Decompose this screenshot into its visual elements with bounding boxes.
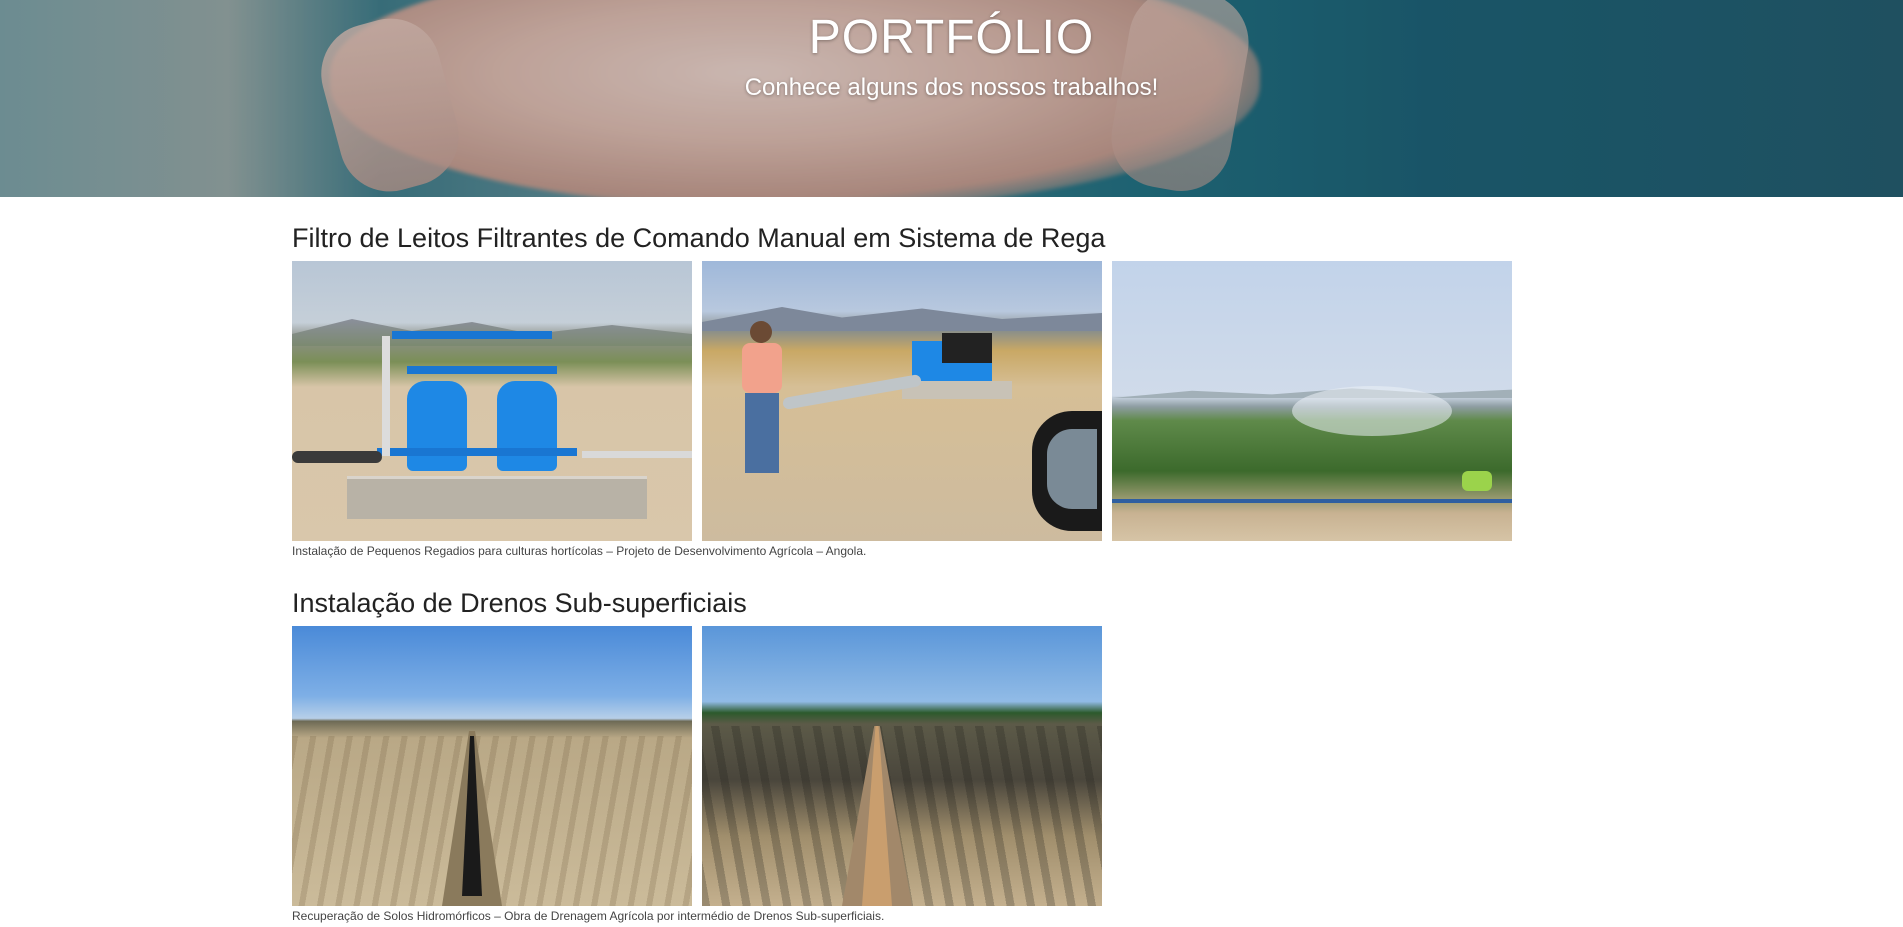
portfolio-section-drains: Instalação de Drenos Sub-superficiais Re… [292, 562, 1512, 927]
irrigated-crop-field-photo[interactable] [1112, 261, 1512, 541]
page-title: PORTFÓLIO [808, 11, 1095, 64]
photo-gallery [292, 261, 1512, 541]
hero-banner: PORTFÓLIO Conhece alguns dos nossos trab… [0, 0, 1903, 197]
drain-trench-gravel-photo[interactable] [702, 626, 1102, 906]
water-pump-worker-photo[interactable] [702, 261, 1102, 541]
blue-sand-filters-photo[interactable] [292, 261, 692, 541]
drain-trench-pipe-photo[interactable] [292, 626, 692, 906]
section-title: Instalação de Drenos Sub-superficiais [292, 588, 747, 618]
section-caption: Recuperação de Solos Hidromórficos – Obr… [292, 909, 885, 923]
section-title: Filtro de Leitos Filtrantes de Comando M… [292, 223, 1106, 253]
section-caption: Instalação de Pequenos Regadios para cul… [292, 544, 867, 558]
portfolio-content: Filtro de Leitos Filtrantes de Comando M… [292, 197, 1512, 927]
portfolio-section-filters: Filtro de Leitos Filtrantes de Comando M… [292, 197, 1512, 562]
page-subtitle: Conhece alguns dos nossos trabalhos! [744, 74, 1159, 101]
photo-gallery [292, 626, 1512, 906]
